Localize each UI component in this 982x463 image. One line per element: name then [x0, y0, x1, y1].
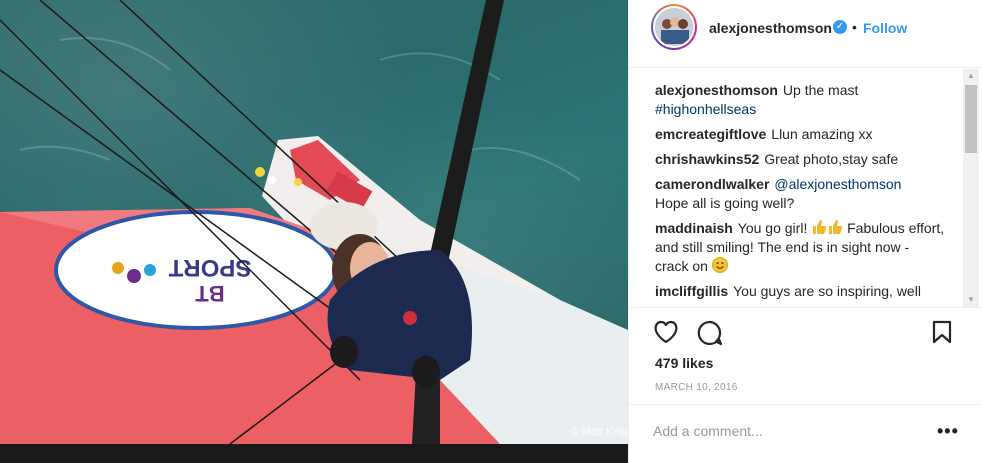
glove-left	[330, 336, 358, 368]
mention-link[interactable]: @alexjonesthomson	[774, 176, 901, 192]
scroll-down-arrow-icon[interactable]: ▼	[963, 293, 979, 307]
comment-username[interactable]: maddinaish	[655, 220, 733, 236]
comment-item: camerondlwalker @alexjonesthomson Hope al…	[629, 175, 963, 213]
glove-right	[412, 356, 440, 388]
post-photo[interactable]: SPORT BT © Matt Knig	[0, 0, 628, 444]
follow-button[interactable]: Follow	[863, 20, 907, 36]
crew-member	[268, 176, 276, 184]
comment-item: imcliffgillis You guys are so inspiring, …	[629, 282, 963, 301]
comment-text: Llun amazing xx	[771, 126, 873, 142]
comment-item: maddinaish You go girl! Fabulous effort, …	[629, 219, 963, 276]
comment-item: emcreategiftlove Llun amazing xx	[629, 125, 963, 144]
logo-dot	[127, 269, 141, 283]
comment-text: Great photo,stay safe	[764, 151, 899, 167]
post-date: MARCH 10, 2016	[655, 382, 738, 393]
scroll-up-arrow-icon[interactable]: ▲	[963, 69, 979, 83]
comment-username[interactable]: chrishawkins52	[655, 151, 759, 167]
comment-text: You guys are so inspiring, well	[733, 283, 921, 299]
comment-username[interactable]: camerondlwalker	[655, 176, 769, 192]
thumbs-up-icon	[813, 220, 827, 234]
header-separator: •	[852, 19, 857, 35]
bookmark-icon[interactable]	[932, 320, 952, 344]
jacket-logo	[403, 311, 417, 325]
avatar-story-ring[interactable]	[651, 4, 697, 50]
post-side-panel: alexjonesthomson ✓ • Follow alexjonestho…	[628, 0, 982, 463]
smiley-icon	[711, 257, 728, 273]
crew-member	[294, 178, 302, 186]
comment-item: alexjonesthomson Up the mast #highonhells…	[629, 81, 963, 119]
likes-count[interactable]: 479 likes	[655, 355, 713, 371]
add-comment-bar: •••	[629, 404, 982, 460]
comment-text: You go girl!	[737, 220, 808, 236]
comment-list[interactable]: alexjonesthomson Up the mast #highonhells…	[629, 69, 963, 305]
crew-member	[255, 167, 265, 177]
post-actions: 479 likes MARCH 10, 2016	[629, 307, 982, 401]
logo-dot	[144, 264, 156, 276]
comments-scrollbar[interactable]: ▲ ▼	[963, 69, 979, 307]
avatar-image	[655, 8, 693, 46]
avatar[interactable]	[653, 6, 695, 48]
comment-username[interactable]: emcreategiftlove	[655, 126, 766, 142]
comment-input[interactable]	[653, 419, 923, 443]
more-options-icon[interactable]: •••	[937, 419, 959, 443]
post-username[interactable]: alexjonesthomson	[709, 20, 832, 36]
page-bottom-strip	[0, 444, 628, 463]
logo-dot	[112, 262, 124, 274]
comment-text: Up the mast	[782, 82, 859, 98]
comment-item: chrishawkins52 Great photo,stay safe	[629, 150, 963, 169]
heart-icon[interactable]	[653, 320, 679, 344]
comment-bubble-icon[interactable]	[697, 320, 723, 346]
photo-credit: © Matt Knig	[570, 426, 628, 438]
scroll-thumb[interactable]	[965, 85, 977, 153]
thumbs-up-icon	[829, 220, 843, 234]
comment-text: Hope all is going well?	[655, 195, 795, 211]
hashtag-link[interactable]: #highonhellseas	[655, 101, 756, 117]
post-header: alexjonesthomson ✓ • Follow	[629, 0, 982, 68]
sailboat-illustration: SPORT BT	[0, 0, 628, 444]
verified-check-icon: ✓	[833, 20, 847, 34]
comment-username[interactable]: alexjonesthomson	[655, 82, 778, 98]
sail-logo-top: BT	[195, 281, 225, 306]
comment-username[interactable]: imcliffgillis	[655, 283, 728, 299]
